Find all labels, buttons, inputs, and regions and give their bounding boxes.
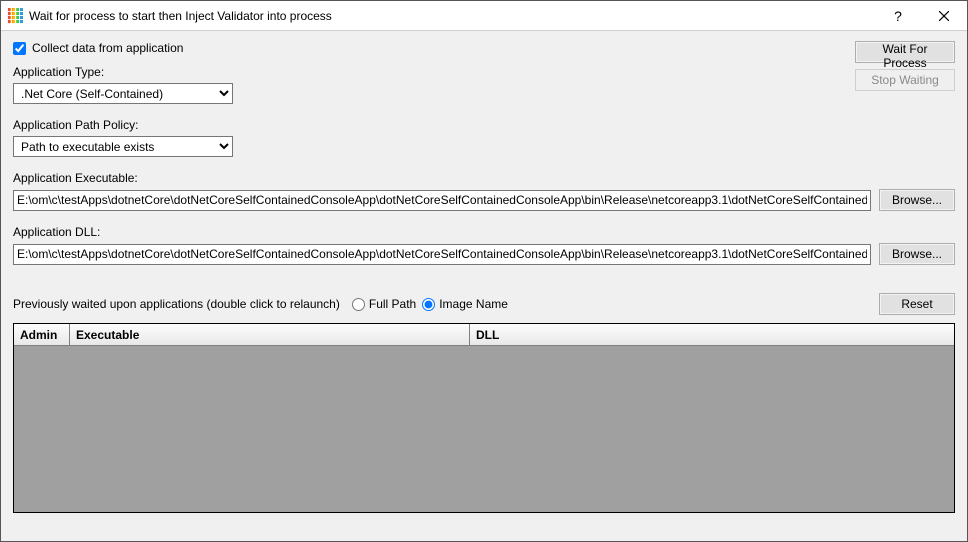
path-display-radio-group: Full Path Image Name bbox=[352, 297, 508, 311]
previous-apps-label: Previously waited upon applications (dou… bbox=[13, 297, 340, 311]
col-dll[interactable]: DLL bbox=[470, 324, 954, 345]
col-admin[interactable]: Admin bbox=[14, 324, 70, 345]
reset-button[interactable]: Reset bbox=[879, 293, 955, 315]
full-path-radio[interactable] bbox=[352, 298, 365, 311]
grid-header: Admin Executable DLL bbox=[14, 324, 954, 346]
collect-data-checkbox[interactable] bbox=[13, 42, 26, 55]
close-button[interactable] bbox=[921, 1, 967, 31]
dialog-body: Collect data from application Applicatio… bbox=[1, 31, 967, 541]
collect-data-label: Collect data from application bbox=[32, 41, 183, 55]
wait-for-process-button[interactable]: Wait For Process bbox=[855, 41, 955, 63]
stop-waiting-button: Stop Waiting bbox=[855, 69, 955, 91]
browse-exe-button[interactable]: Browse... bbox=[879, 189, 955, 211]
path-policy-label: Application Path Policy: bbox=[13, 118, 845, 132]
app-exe-label: Application Executable: bbox=[13, 171, 955, 185]
grid-body bbox=[14, 346, 954, 512]
col-executable[interactable]: Executable bbox=[70, 324, 470, 345]
window-title: Wait for process to start then Inject Va… bbox=[29, 9, 875, 23]
app-type-label: Application Type: bbox=[13, 65, 845, 79]
app-exe-input[interactable] bbox=[13, 190, 871, 211]
grid-vscroll[interactable] bbox=[888, 346, 954, 512]
previous-apps-grid[interactable]: Admin Executable DLL bbox=[13, 323, 955, 513]
image-name-radio[interactable] bbox=[422, 298, 435, 311]
app-dll-label: Application DLL: bbox=[13, 225, 955, 239]
help-button[interactable]: ? bbox=[875, 1, 921, 31]
full-path-radio-label[interactable]: Full Path bbox=[352, 297, 416, 311]
dialog-window: Wait for process to start then Inject Va… bbox=[0, 0, 968, 542]
titlebar: Wait for process to start then Inject Va… bbox=[1, 1, 967, 31]
app-icon bbox=[7, 8, 23, 24]
path-policy-select[interactable]: Path to executable exists bbox=[13, 136, 233, 157]
app-type-select[interactable]: .Net Core (Self-Contained) bbox=[13, 83, 233, 104]
browse-dll-button[interactable]: Browse... bbox=[879, 243, 955, 265]
image-name-radio-label[interactable]: Image Name bbox=[422, 297, 508, 311]
close-icon bbox=[939, 11, 949, 21]
app-dll-input[interactable] bbox=[13, 244, 871, 265]
